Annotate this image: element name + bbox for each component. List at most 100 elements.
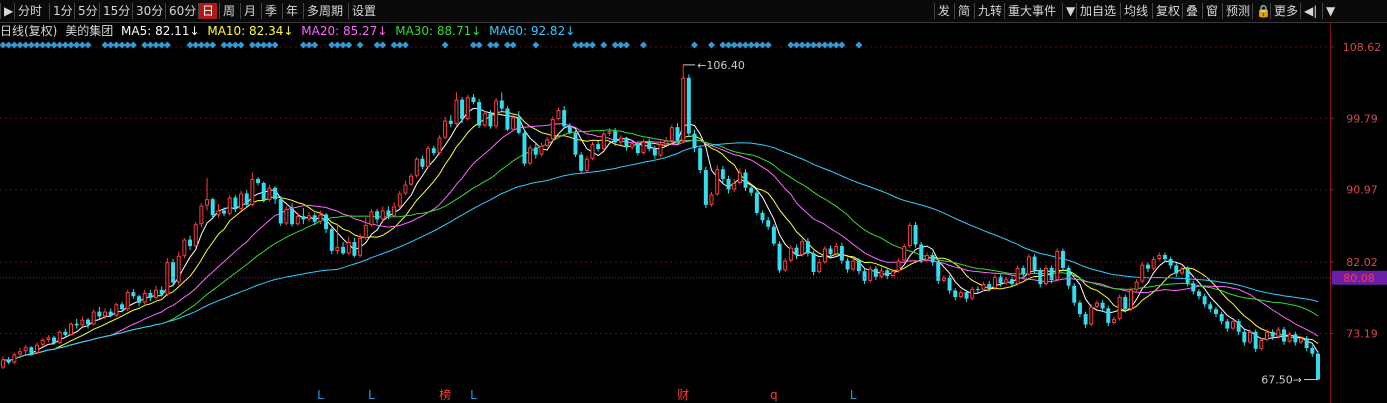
- candle-body: [74, 323, 79, 326]
- candle-body: [828, 248, 833, 255]
- candle-body: [834, 246, 839, 255]
- candle-body: [290, 208, 295, 225]
- candle-body: [369, 211, 374, 226]
- event-marker: L: [317, 388, 324, 402]
- candle-body: [1310, 347, 1315, 354]
- candle-body: [1304, 338, 1309, 348]
- candle-body: [851, 260, 856, 270]
- candle-body: [1, 359, 5, 368]
- candle-body: [1259, 339, 1264, 349]
- candle-body: [794, 247, 799, 255]
- candle-body: [29, 347, 34, 353]
- candle-body: [533, 147, 538, 155]
- candle-body: [386, 210, 391, 217]
- candle-body: [1219, 314, 1224, 322]
- signal-diamond: [492, 41, 500, 49]
- candle-body: [154, 289, 159, 298]
- ma60-line: [2, 142, 1319, 362]
- signal-diamond: [855, 41, 863, 49]
- candle-body: [1089, 306, 1094, 325]
- candle-body: [216, 210, 221, 216]
- candle-body: [1213, 309, 1218, 315]
- candle-body: [505, 108, 510, 130]
- candle-body: [698, 148, 703, 171]
- candle-body: [324, 214, 329, 230]
- candle-body: [811, 253, 816, 272]
- event-marker: L: [368, 388, 375, 402]
- candle-body: [839, 246, 844, 261]
- event-marker: q: [770, 388, 778, 402]
- candle-body: [805, 241, 810, 254]
- candle-body: [454, 99, 459, 124]
- signal-diamond: [509, 41, 517, 49]
- candle-body: [1202, 296, 1207, 305]
- candle-body: [652, 149, 657, 156]
- candle-body: [635, 143, 640, 154]
- candle-body: [873, 268, 878, 277]
- candle-body: [992, 276, 997, 289]
- candle-body: [222, 210, 227, 214]
- candle-body: [1287, 334, 1292, 342]
- candle-body: [1145, 264, 1150, 269]
- candle-body: [125, 292, 130, 310]
- candle-body: [6, 359, 11, 363]
- candle-body: [1316, 353, 1320, 380]
- candle-body: [573, 132, 578, 155]
- candle-body: [1253, 331, 1258, 349]
- candle-body: [726, 178, 731, 190]
- candle-body: [341, 246, 346, 254]
- candle-body: [624, 137, 629, 148]
- candle-body: [1038, 270, 1043, 285]
- candle-body: [1293, 334, 1298, 343]
- event-marker: L: [850, 388, 857, 402]
- candle-body: [114, 304, 119, 316]
- candle-body: [590, 144, 595, 159]
- candle-body: [1111, 318, 1116, 323]
- candle-body: [1157, 254, 1162, 260]
- signal-diamond: [588, 41, 596, 49]
- signal-diamond: [271, 41, 279, 49]
- candle-body: [103, 311, 108, 317]
- signal-diamond: [838, 41, 846, 49]
- candle-body: [545, 139, 550, 146]
- candle-body: [885, 270, 890, 276]
- candle-body: [57, 331, 62, 344]
- candle-body: [318, 214, 323, 222]
- signal-diamond: [345, 41, 353, 49]
- candlestick-chart[interactable]: 108.62 99.79 90.97 82.02 73.19 ←106.40 67.50→ 8…: [0, 0, 1387, 403]
- candle-body: [550, 119, 555, 140]
- candle-body: [511, 117, 516, 130]
- candle-body: [363, 225, 368, 238]
- candle-body: [760, 212, 765, 221]
- candle-body: [1265, 331, 1269, 340]
- candle-body: [205, 199, 210, 206]
- candle-body: [913, 225, 918, 245]
- candle-body: [720, 169, 725, 179]
- candle-body: [35, 344, 39, 353]
- candle-body: [295, 216, 300, 225]
- candle-body: [1168, 259, 1173, 266]
- candle-body: [165, 262, 170, 295]
- candle-body: [1236, 321, 1241, 332]
- low-annotation: 67.50→: [1261, 374, 1302, 387]
- candle-body: [1208, 304, 1213, 310]
- candle-body: [862, 271, 867, 281]
- candle-body: [1276, 329, 1281, 337]
- candle-body: [307, 215, 312, 220]
- candle-body: [91, 311, 96, 325]
- candle-body: [278, 199, 283, 224]
- candle-body: [1196, 291, 1201, 297]
- candle-body: [562, 110, 567, 127]
- candle-body: [1021, 267, 1026, 275]
- candle-body: [193, 224, 198, 247]
- candle-body: [953, 290, 958, 298]
- candle-body: [630, 143, 635, 148]
- candle-body: [947, 277, 952, 291]
- candle-body: [1060, 250, 1065, 268]
- candle-body: [12, 354, 17, 363]
- candle-body: [267, 187, 272, 200]
- candle-body: [1077, 302, 1082, 315]
- candle-body: [210, 199, 215, 216]
- candle-body: [358, 237, 363, 256]
- candle-body: [879, 270, 884, 277]
